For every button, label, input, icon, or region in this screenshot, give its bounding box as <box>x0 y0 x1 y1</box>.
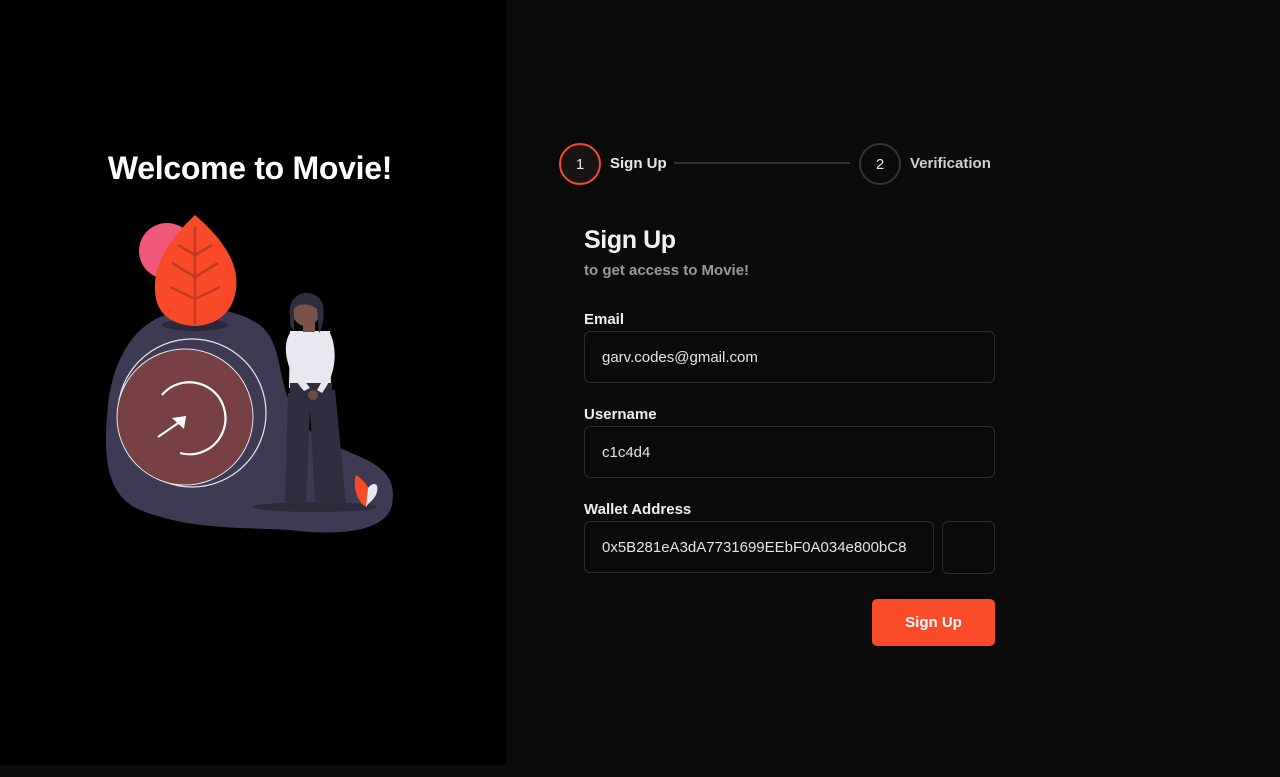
welcome-panel: Welcome to Movie! <box>0 0 506 765</box>
stepper-connector <box>674 162 850 164</box>
step-1-label: Sign Up <box>610 155 667 172</box>
email-label: Email <box>584 311 625 328</box>
form-title: Sign Up <box>584 226 676 254</box>
sign-up-button[interactable]: Sign Up <box>872 599 995 646</box>
wallet-connect-button[interactable] <box>942 521 995 574</box>
step-2-label: Verification <box>910 155 991 172</box>
form-subtitle: to get access to Movie! <box>584 262 750 279</box>
username-label: Username <box>584 406 657 423</box>
welcome-illustration <box>105 215 393 533</box>
form-panel <box>506 0 1280 777</box>
wallet-address-field[interactable] <box>584 521 934 573</box>
wallet-address-label: Wallet Address <box>584 501 692 518</box>
welcome-title: Welcome to Movie! <box>107 150 393 186</box>
step-2-indicator: 2 <box>859 143 901 185</box>
username-field[interactable] <box>584 426 995 478</box>
signup-page: Welcome to Movie! 1 Sign Up 2 Verificati… <box>0 0 1280 777</box>
signup-stepper: 1 Sign Up 2 Verification <box>559 143 999 185</box>
step-1-indicator: 1 <box>559 143 601 185</box>
email-field[interactable] <box>584 331 995 383</box>
